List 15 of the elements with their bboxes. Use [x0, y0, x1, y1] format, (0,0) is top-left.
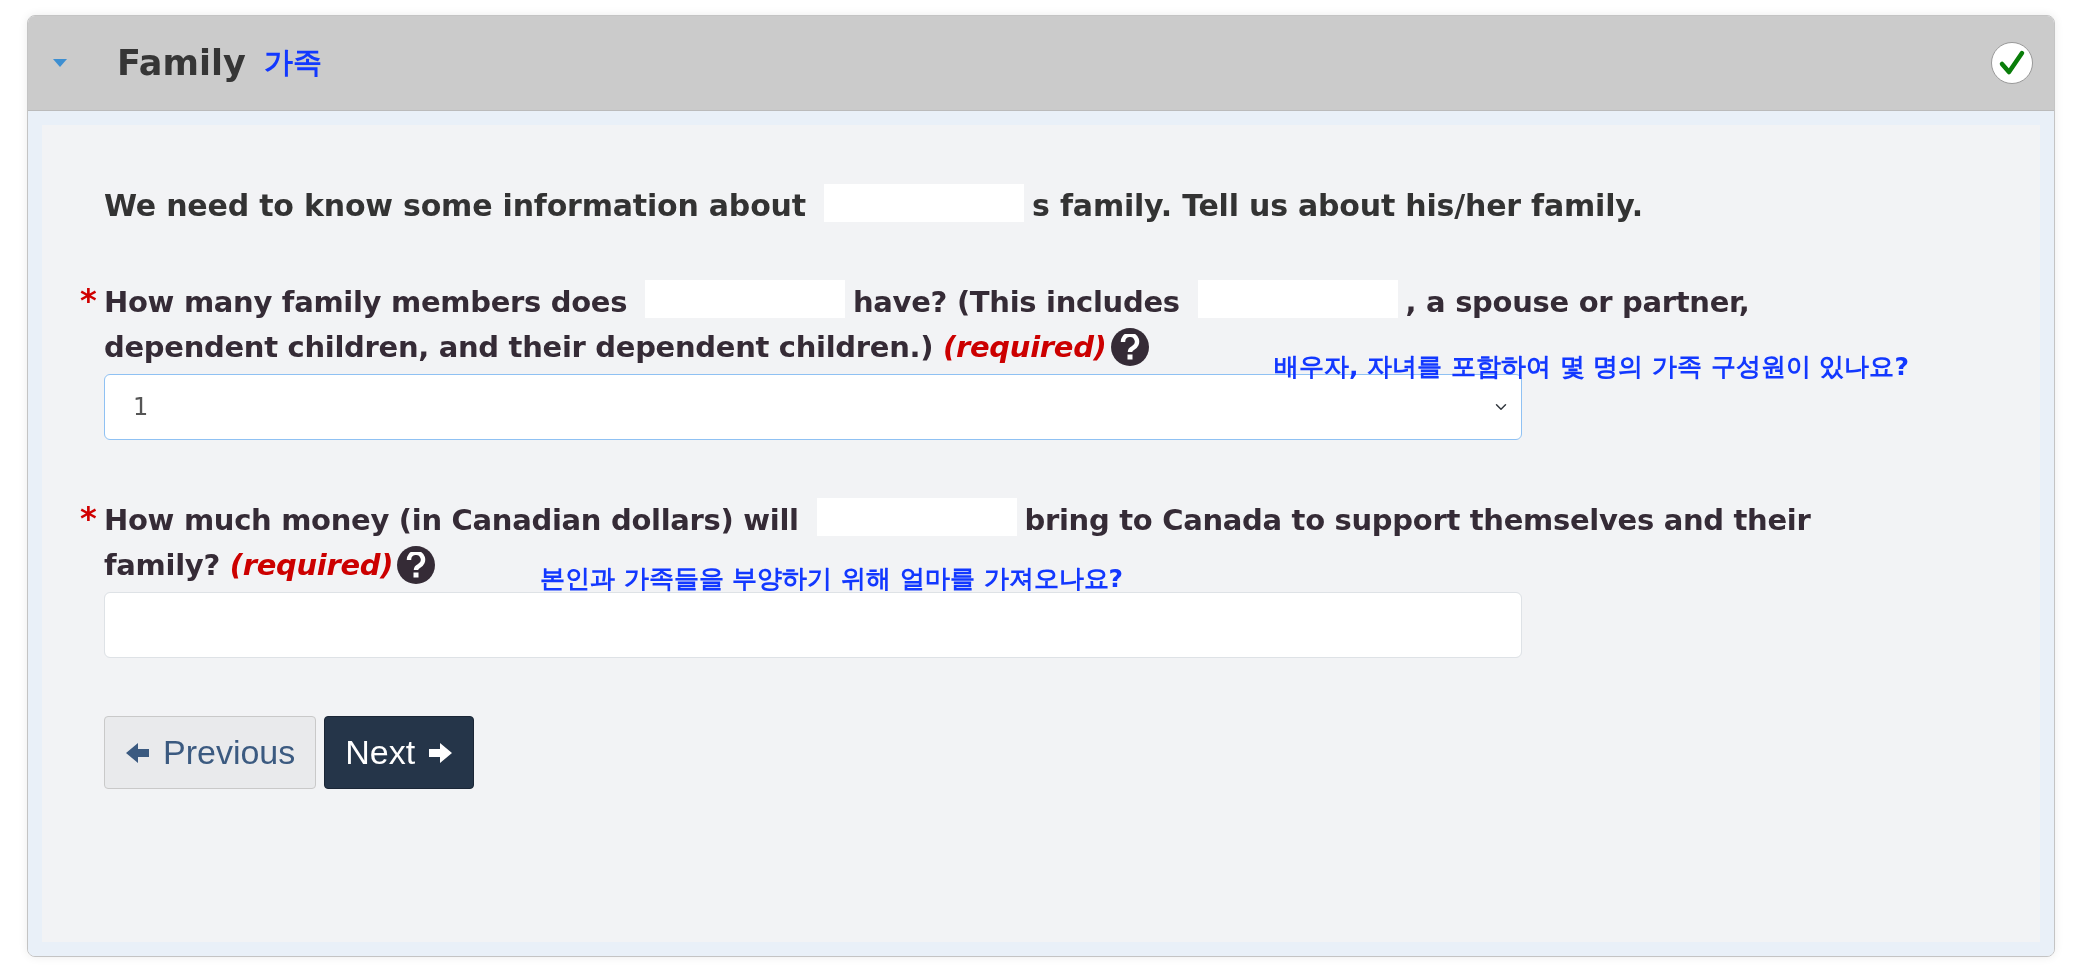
required-mark: *	[80, 498, 98, 538]
help-icon	[1110, 328, 1149, 366]
next-button[interactable]: Next	[324, 716, 475, 789]
amount-field[interactable]	[104, 592, 1522, 658]
required-mark: *	[80, 280, 98, 320]
help-icon	[397, 546, 436, 584]
arrow-icon	[125, 741, 151, 764]
translation-note: 가족	[263, 44, 322, 82]
previous-button[interactable]: Previous	[104, 716, 317, 789]
arrow-icon	[427, 741, 454, 764]
translation-note: 본인과 가족들을 부양하기 위해 얼마를 가져오나요?	[540, 563, 1124, 595]
intro-text: We need to know some information about s family. Tell us about his/her family.	[104, 183, 1978, 228]
panel-title: Family	[117, 41, 246, 85]
panel-header[interactable]: Family 가족	[28, 16, 2054, 111]
caret-icon[interactable]	[53, 58, 67, 68]
